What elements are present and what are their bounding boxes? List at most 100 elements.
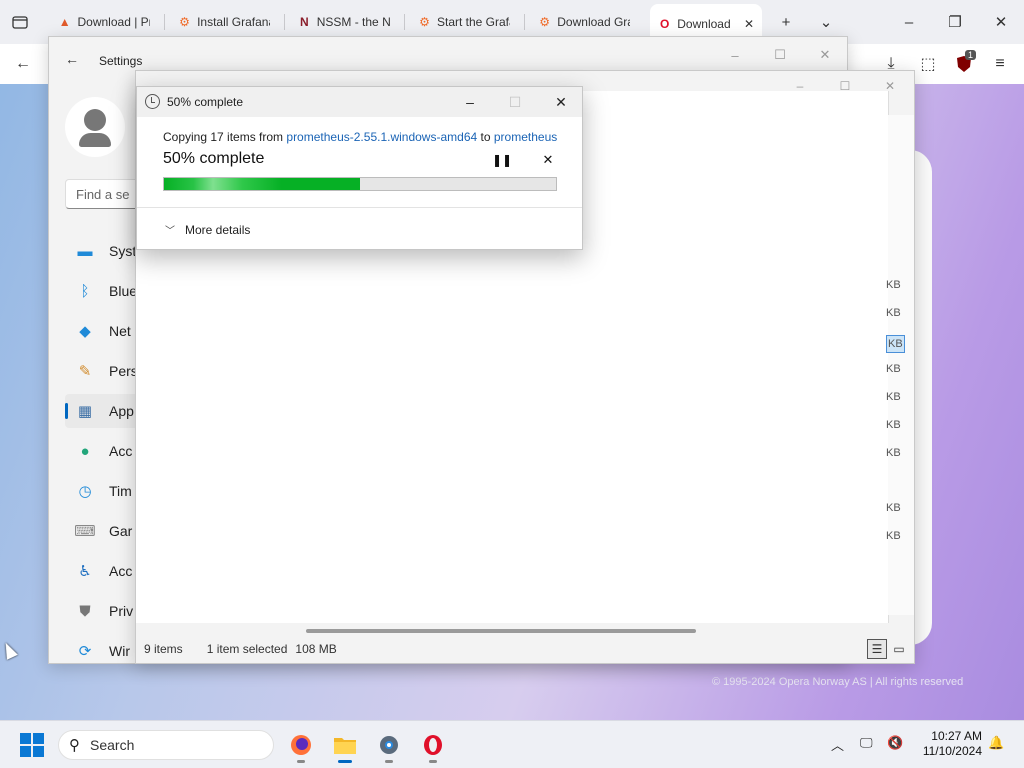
- grafana-icon: ⚙: [539, 15, 551, 29]
- extensions-icon[interactable]: ⬚: [915, 52, 941, 76]
- grafana-icon: ⚙: [419, 15, 430, 29]
- file-size-cell[interactable]: KB: [886, 391, 901, 403]
- settings-nav-label: Net: [109, 323, 131, 339]
- close-icon[interactable]: ✕: [989, 10, 1013, 34]
- firefox-icon[interactable]: [286, 731, 316, 763]
- copy-prefix: Copying 17 items from: [163, 130, 284, 144]
- more-details-toggle[interactable]: ﹀ More details: [165, 222, 250, 238]
- settings-nav-label: Syst: [109, 243, 137, 259]
- settings-maximize-icon[interactable]: ☐: [766, 45, 794, 65]
- restore-icon[interactable]: ❐: [943, 10, 967, 34]
- wifi-icon: ◆: [79, 323, 91, 340]
- tab-label: NSSM - the No: [316, 15, 390, 29]
- pause-icon[interactable]: ❚❚: [492, 151, 512, 169]
- tiles-view-icon[interactable]: ▭: [889, 639, 909, 659]
- settings-nav-label: Priv: [109, 603, 134, 619]
- nssm-icon: N: [300, 15, 309, 29]
- source-folder-link[interactable]: prometheus-2.55.1.windows-amd64: [286, 130, 477, 144]
- details-view-icon[interactable]: ☰: [867, 639, 887, 659]
- dialog-minimize-icon[interactable]: –: [455, 91, 485, 113]
- settings-nav-label: Pers: [109, 363, 138, 379]
- opera-footer: © 1995-2024 Opera Norway AS | All rights…: [712, 676, 964, 688]
- settings-minimize-icon[interactable]: –: [721, 45, 749, 65]
- tab-label: Download | Pr: [77, 15, 151, 29]
- new-tab-button[interactable]: +: [774, 10, 798, 34]
- minimize-icon[interactable]: –: [897, 10, 921, 34]
- accessibility-icon: ♿: [78, 563, 92, 580]
- flame-icon: ▲: [58, 15, 71, 29]
- settings-nav-label: Acc: [109, 443, 133, 459]
- dialog-close-icon[interactable]: ✕: [546, 91, 576, 113]
- update-icon: ⟳: [78, 643, 92, 660]
- grafana-icon: ⚙: [179, 15, 190, 29]
- back-arrow-icon[interactable]: ←: [10, 52, 36, 76]
- destination-folder-link[interactable]: prometheus: [494, 130, 557, 144]
- menu-icon[interactable]: ≡: [987, 52, 1013, 76]
- file-size-cell[interactable]: KB: [886, 419, 901, 431]
- network-icon[interactable]: 🖵: [860, 735, 873, 751]
- gamepad-icon: ⌨: [74, 523, 96, 540]
- extension-badge: 1: [965, 50, 977, 60]
- dialog-maximize-icon: ☐: [508, 93, 522, 110]
- clock-icon: [145, 94, 160, 109]
- file-size-cell[interactable]: KB: [886, 307, 901, 319]
- settings-nav-label: Acc: [109, 563, 133, 579]
- opera-icon[interactable]: [418, 731, 448, 763]
- tab-close-icon[interactable]: ✕: [744, 17, 754, 31]
- browser-tab[interactable]: ⚙ Start the Grafa: [410, 8, 518, 36]
- file-size-cell[interactable]: KB: [886, 279, 901, 291]
- file-size-cell[interactable]: KB: [886, 447, 901, 459]
- file-explorer-icon[interactable]: [330, 731, 360, 763]
- tray-chevron-up-icon[interactable]: ︿: [831, 735, 844, 754]
- bluetooth-icon: ᛒ: [80, 282, 90, 300]
- account-icon: ●: [80, 442, 90, 460]
- tab-menu-button[interactable]: ⌄: [814, 10, 838, 34]
- settings-nav-label: App: [109, 403, 134, 419]
- tab-label: Start the Grafa: [436, 15, 510, 29]
- selection-size: 108 MB: [295, 642, 337, 656]
- browser-tab[interactable]: ⚙ Download Gra: [530, 8, 638, 36]
- avatar[interactable]: [65, 97, 125, 157]
- settings-back-icon[interactable]: ←: [65, 51, 79, 67]
- copy-description: Copying 17 items from prometheus-2.55.1.…: [163, 130, 557, 144]
- settings-title: Settings: [99, 54, 143, 68]
- clock-time: 10:27 AM: [931, 729, 982, 743]
- file-size-cell[interactable]: KB: [886, 335, 905, 353]
- browser-tab[interactable]: ⚙ Install Grafana: [170, 8, 278, 36]
- percent-complete-label: 50% complete: [163, 150, 265, 167]
- taskbar-search-label: Search: [90, 737, 135, 753]
- browser-tab[interactable]: N NSSM - the No: [290, 8, 398, 36]
- browser-tab[interactable]: ▲ Download | Pr: [50, 8, 158, 36]
- copy-progress-dialog: 50% complete – ☐ ✕ Copying 17 items from…: [136, 86, 583, 250]
- tab-list-icon[interactable]: [8, 10, 32, 34]
- dialog-titlebar: 50% complete – ☐ ✕: [137, 87, 582, 117]
- item-count: 9 items: [144, 642, 183, 656]
- file-size-cell[interactable]: KB: [886, 502, 901, 514]
- cancel-copy-icon[interactable]: ✕: [539, 151, 557, 169]
- ublock-icon[interactable]: 1: [951, 50, 977, 76]
- notification-bell-icon[interactable]: 🔔: [988, 735, 1004, 751]
- monitor-icon: ▬: [77, 242, 93, 260]
- settings-gear-icon[interactable]: [374, 731, 404, 763]
- taskbar-search[interactable]: ⚲ Search: [58, 730, 274, 760]
- chevron-down-icon: ﹀: [165, 226, 175, 237]
- clock-date: 11/10/2024: [922, 744, 982, 758]
- brush-icon: ✎: [78, 363, 92, 380]
- settings-nav-label: Blue: [109, 283, 138, 299]
- settings-nav-label: Wir: [109, 643, 130, 659]
- taskbar-clock[interactable]: 10:27 AM 11/10/2024: [912, 729, 982, 759]
- time-icon: ◷: [78, 483, 92, 500]
- apps-icon: ▦: [77, 403, 93, 420]
- settings-close-icon[interactable]: ✕: [811, 45, 839, 65]
- horizontal-scrollbar[interactable]: [306, 629, 696, 633]
- settings-nav-label: Gar: [109, 523, 133, 539]
- progress-fill: [164, 178, 360, 190]
- volume-muted-icon[interactable]: 🔇: [887, 735, 903, 751]
- windows-start-icon[interactable]: [20, 733, 44, 757]
- tab-separator: [404, 14, 405, 30]
- tab-separator: [524, 14, 525, 30]
- search-icon: ⚲: [69, 737, 80, 754]
- file-size-cell[interactable]: KB: [886, 530, 901, 542]
- taskbar: ⚲ Search ︿ 🖵 🔇 10:27 AM 11/10/2024 🔔: [0, 720, 1024, 768]
- file-size-cell[interactable]: KB: [886, 363, 901, 375]
